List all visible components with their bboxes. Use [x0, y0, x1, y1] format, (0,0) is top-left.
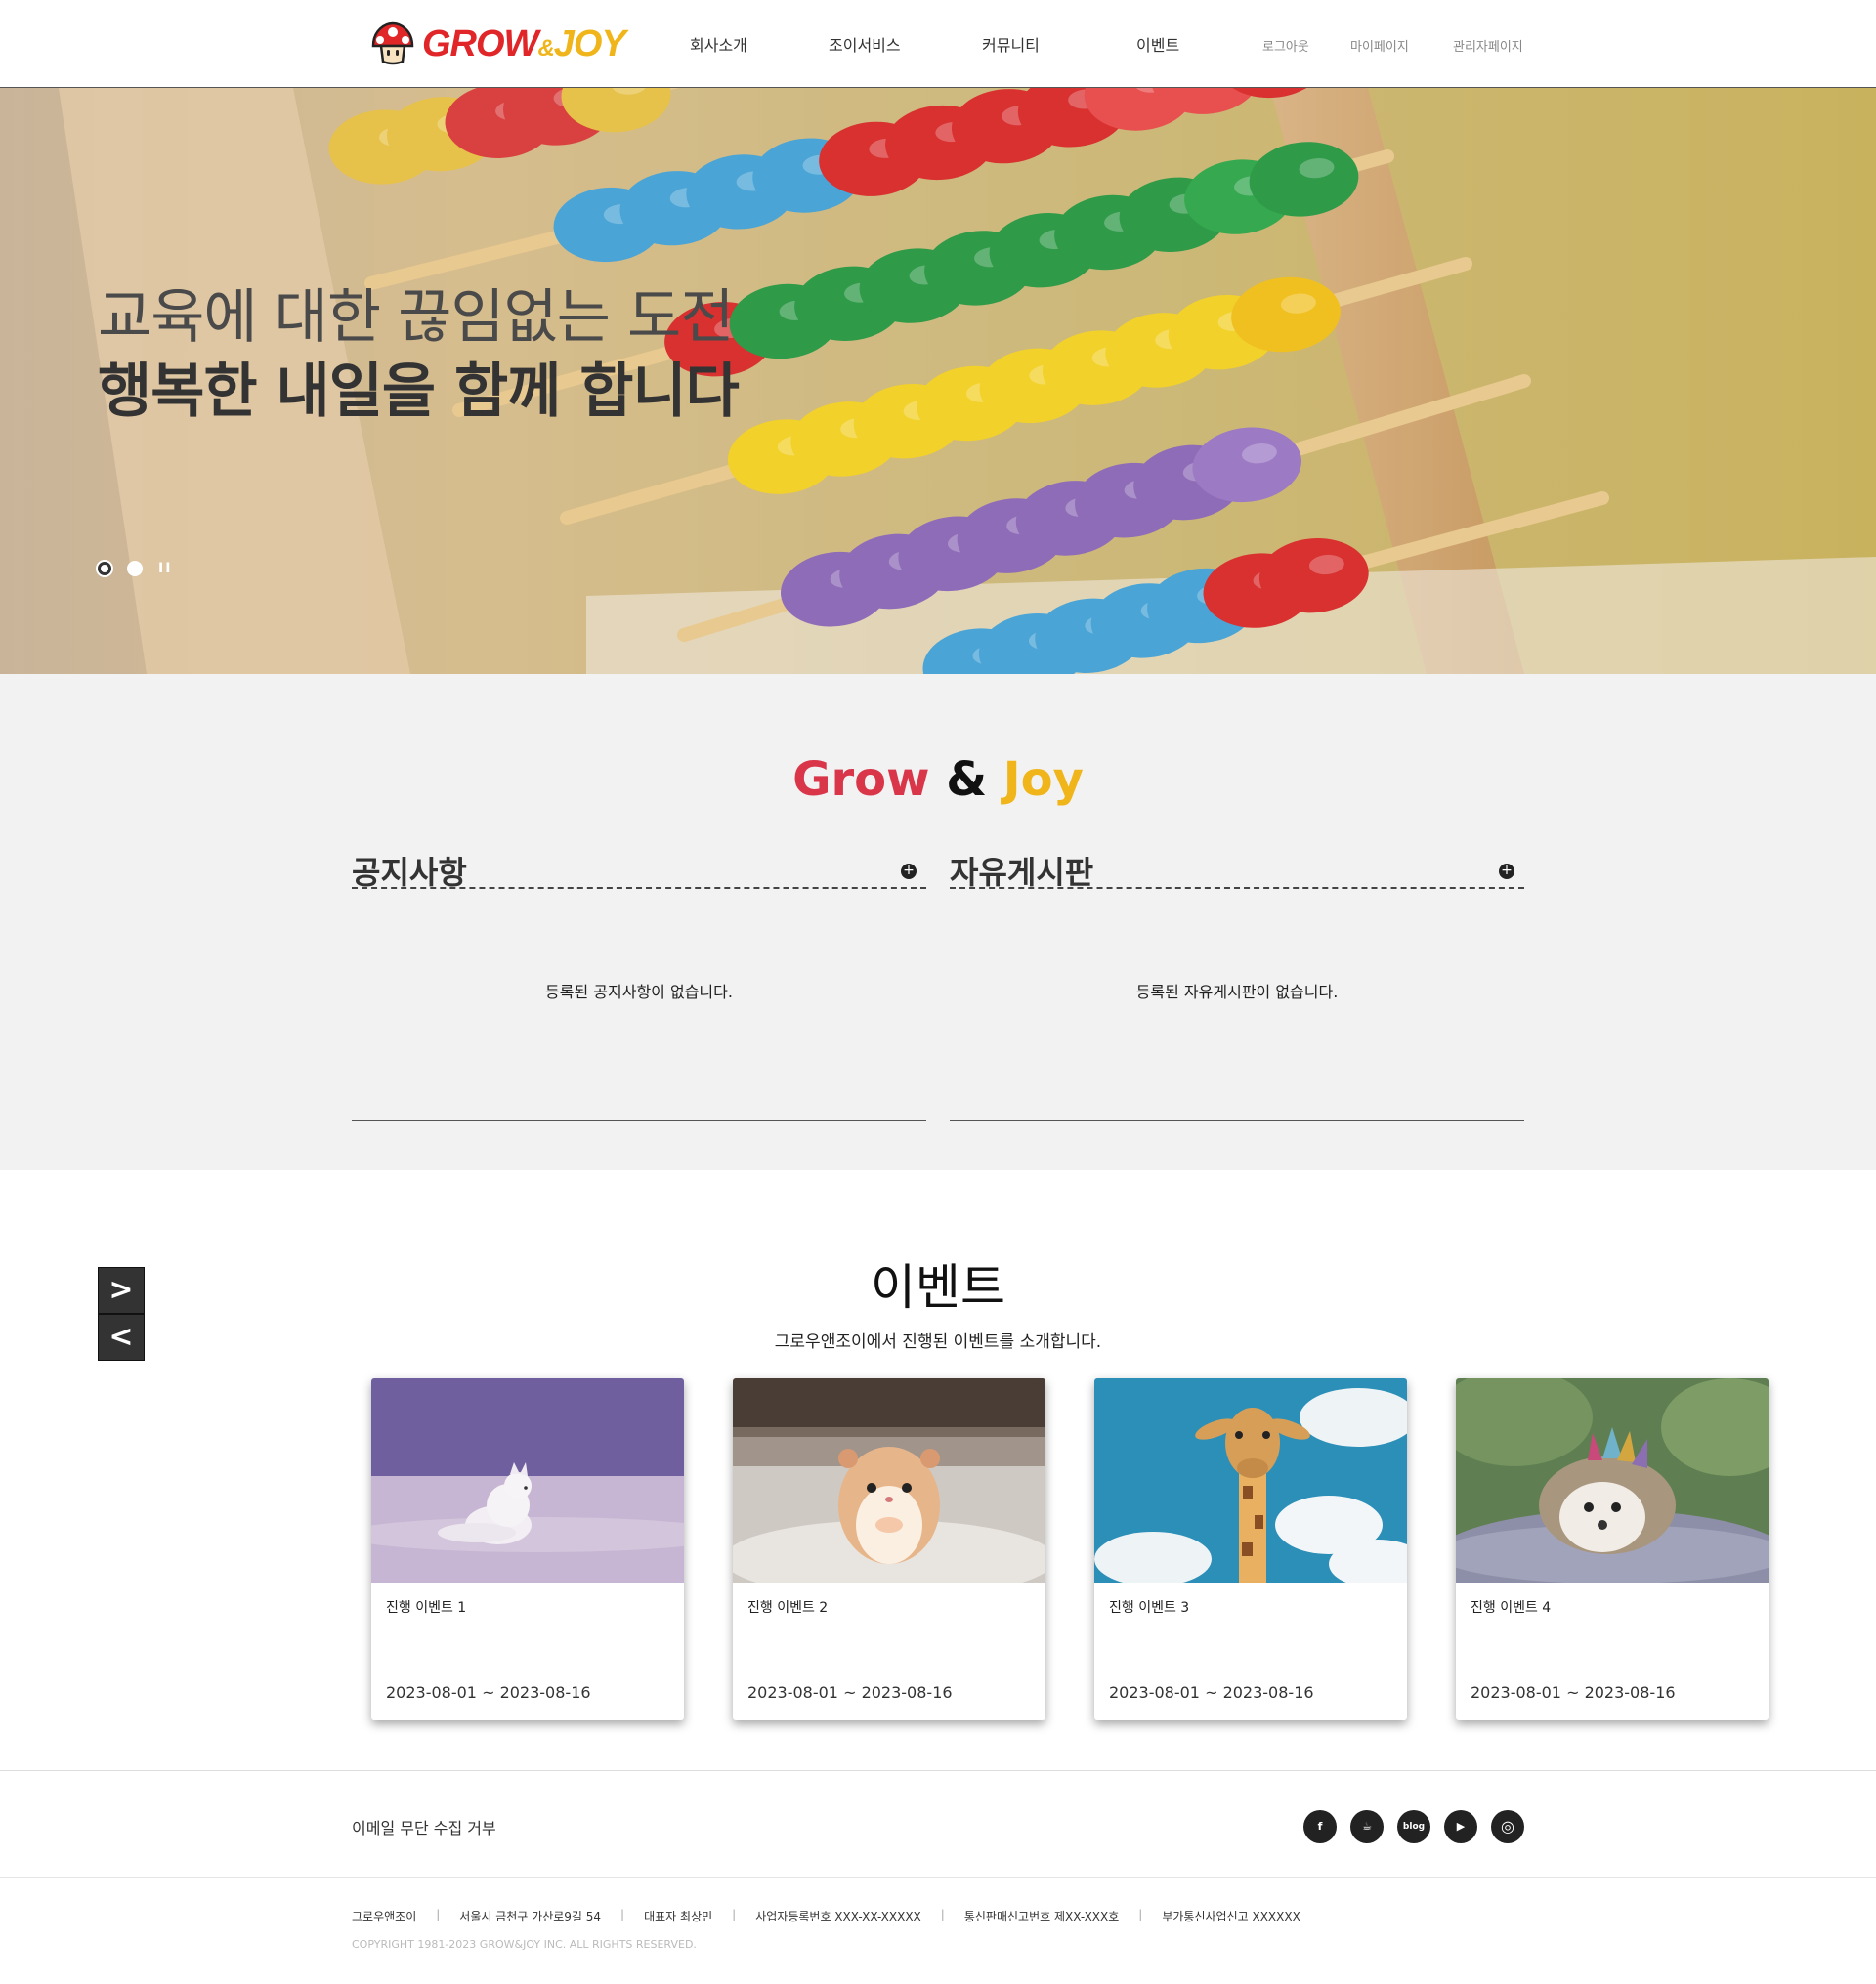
logo-joy: JOY — [553, 22, 626, 64]
event-card[interactable]: 진행 이벤트 2 2023-08-01 ~ 2023-08-16 — [733, 1378, 1045, 1720]
logo-amp: & — [537, 34, 554, 62]
event-card[interactable]: 진행 이벤트 4 2023-08-01 ~ 2023-08-16 — [1456, 1378, 1769, 1720]
logo-wordmark: GROW&JOY — [422, 22, 626, 65]
nav-joy-service[interactable]: 조이서비스 — [829, 32, 901, 56]
copyright: COPYRIGHT 1981-2023 GROW&JOY INC. ALL RI… — [352, 1938, 697, 1951]
biz-address: 서울시 금천구 가산로9길 54 — [459, 1910, 602, 1923]
biz-telecom-number: 부가통신사업신고 XXXXXX — [1162, 1910, 1300, 1923]
event-section-subtitle: 그로우앤조이에서 진행된 이벤트를 소개합니다. — [774, 1332, 1102, 1352]
free-more-plus-icon[interactable]: + — [1499, 864, 1514, 879]
brand-amp: & — [946, 752, 988, 807]
hero-headline-2: 행복한 내일을 함께 합니다 — [98, 358, 740, 426]
free-board-title: 자유게시판 — [950, 854, 1094, 891]
event-card-date: 2023-08-01 ~ 2023-08-16 — [747, 1683, 953, 1702]
cafe-icon[interactable]: ☕ — [1350, 1810, 1384, 1843]
hero-banner: 교육에 대한 끊임없는 도전 행복한 내일을 함께 합니다 II — [0, 88, 1876, 674]
nav-company[interactable]: 회사소개 — [690, 32, 747, 56]
event-card-date: 2023-08-01 ~ 2023-08-16 — [386, 1683, 591, 1702]
business-info: 그로우앤조이 | 서울시 금천구 가산로9길 54 | 대표자 최상민 | 사업자등록… — [352, 1908, 1300, 1924]
notice-board: 공지사항 + 등록된 공지사항이 없습니다. — [352, 850, 926, 1121]
blog-icon[interactable]: blog — [1397, 1810, 1430, 1843]
mypage-link[interactable]: 마이페이지 — [1350, 36, 1409, 55]
event-card[interactable]: 진행 이벤트 1 2023-08-01 ~ 2023-08-16 — [371, 1378, 684, 1720]
pause-icon[interactable]: II — [158, 561, 172, 576]
biz-registration-number: 사업자등록번호 XXX-XX-XXXXX — [755, 1910, 921, 1923]
biz-separator: | — [436, 1908, 441, 1921]
social-links: f ☕ blog ▶ ◎ — [1303, 1810, 1524, 1843]
free-board-header: 자유게시판 + — [950, 850, 1524, 891]
event-card-name: 진행 이벤트 3 — [1109, 1600, 1190, 1616]
instagram-icon[interactable]: ◎ — [1491, 1810, 1524, 1843]
free-board: 자유게시판 + 등록된 자유게시판이 없습니다. — [950, 850, 1524, 1121]
event-card-name: 진행 이벤트 1 — [386, 1600, 467, 1616]
notice-board-header: 공지사항 + — [352, 850, 926, 891]
logout-link[interactable]: 로그아웃 — [1262, 36, 1309, 55]
event-card[interactable]: 진행 이벤트 3 2023-08-01 ~ 2023-08-16 — [1094, 1378, 1407, 1720]
brand-title: Grow & Joy — [0, 752, 1876, 807]
brand-grow: Grow — [792, 752, 930, 807]
event-card-date: 2023-08-01 ~ 2023-08-16 — [1471, 1683, 1676, 1702]
slider-dot-2[interactable] — [127, 561, 143, 576]
facebook-icon[interactable]: f — [1303, 1810, 1337, 1843]
biz-separator: | — [620, 1908, 625, 1921]
biz-ceo: 대표자 최상민 — [644, 1910, 713, 1923]
biz-mail-order-number: 통신판매신고번호 제XX-XXX호 — [963, 1910, 1120, 1923]
giraffe-image — [1094, 1378, 1407, 1583]
notice-empty-message: 등록된 공지사항이 없습니다. — [545, 983, 733, 1001]
biz-separator: | — [732, 1908, 737, 1921]
biz-separator: | — [940, 1908, 945, 1921]
free-empty-message: 등록된 자유게시판이 없습니다. — [1135, 983, 1339, 1001]
slider-controls: II — [98, 561, 172, 576]
nav-community[interactable]: 커뮤니티 — [982, 32, 1040, 56]
event-card-name: 진행 이벤트 2 — [747, 1600, 829, 1616]
hedgehog-image — [1456, 1378, 1769, 1583]
slider-dot-1[interactable] — [98, 562, 111, 575]
biz-company-name: 그로우앤조이 — [352, 1910, 417, 1923]
arctic-fox-image — [371, 1378, 684, 1583]
event-section-title: 이벤트 — [871, 1259, 1005, 1316]
brand-joy: Joy — [1002, 752, 1084, 807]
no-email-collection-link[interactable]: 이메일 무단 수집 거부 — [352, 1815, 496, 1838]
logo-grow: GROW — [422, 22, 538, 64]
board-section: Grow & Joy 공지사항 + 등록된 공지사항이 없습니다. 자유게시판 … — [0, 674, 1876, 1170]
site-header: GROW&JOY 회사소개 조이서비스 커뮤니티 이벤트 로그아웃 마이페이지 … — [0, 0, 1876, 88]
notice-more-plus-icon[interactable]: + — [901, 864, 917, 879]
event-prev-button[interactable]: < — [98, 1314, 145, 1361]
site-logo[interactable]: GROW&JOY — [369, 20, 626, 68]
notice-board-title: 공지사항 — [352, 854, 467, 891]
youtube-icon[interactable]: ▶ — [1444, 1810, 1477, 1843]
hamster-image — [733, 1378, 1045, 1583]
nav-event[interactable]: 이벤트 — [1136, 32, 1179, 56]
biz-separator: | — [1138, 1908, 1143, 1921]
event-next-button[interactable]: > — [98, 1267, 145, 1314]
mushroom-icon — [371, 21, 414, 65]
admin-page-link[interactable]: 관리자페이지 — [1453, 36, 1523, 55]
event-card-name: 진행 이벤트 4 — [1471, 1600, 1552, 1616]
footer-top: 이메일 무단 수집 거부 f ☕ blog ▶ ◎ — [0, 1770, 1876, 1878]
event-card-date: 2023-08-01 ~ 2023-08-16 — [1109, 1683, 1314, 1702]
hero-headline-1: 교육에 대한 끊임없는 도전 — [98, 283, 734, 352]
